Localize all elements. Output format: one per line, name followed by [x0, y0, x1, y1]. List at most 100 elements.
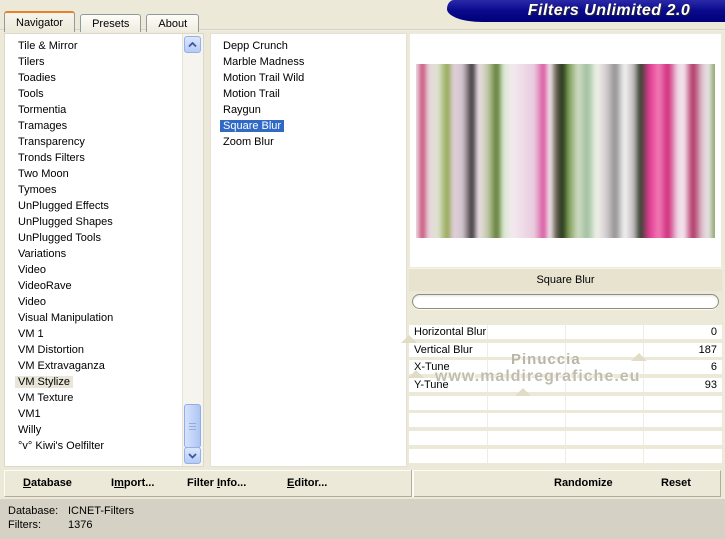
category-item[interactable]: Transparency	[18, 134, 182, 150]
reset-button[interactable]: Reset	[661, 471, 691, 496]
chevron-down-icon	[188, 452, 197, 459]
slider-value: 6	[710, 361, 717, 374]
category-item[interactable]: VM Texture	[18, 390, 182, 406]
filter-item[interactable]: Motion Trail Wild	[223, 70, 406, 86]
filter-item-label: Motion Trail Wild	[223, 72, 305, 84]
menu-label-accel: D	[23, 477, 31, 489]
category-item[interactable]: Video	[18, 294, 182, 310]
category-item-label: VM1	[18, 408, 41, 420]
filter-item-label: Depp Crunch	[223, 40, 288, 52]
filter-item[interactable]: Marble Madness	[223, 54, 406, 70]
category-item[interactable]: Tormentia	[18, 102, 182, 118]
category-item[interactable]: Video	[18, 262, 182, 278]
category-item-label: VM Extravaganza	[18, 360, 105, 372]
menu-label-post: atabase	[30, 477, 72, 489]
tab-presets[interactable]: Presets	[80, 14, 142, 32]
category-item-label: Willy	[18, 424, 42, 436]
scroll-down-button[interactable]	[184, 447, 201, 464]
slider-empty-row	[409, 448, 722, 463]
category-item[interactable]: Tymoes	[18, 182, 182, 198]
filter-item[interactable]: Raygun	[223, 102, 406, 118]
category-item-label: UnPlugged Effects	[18, 200, 109, 212]
category-item-label: Tramages	[18, 120, 68, 132]
category-item-label: °v° Kiwi's Oelfilter	[18, 440, 105, 452]
category-item-label: Video	[18, 264, 46, 276]
slider-label: Vertical Blur	[414, 343, 473, 356]
filter-item-label: Square Blur	[220, 120, 285, 132]
category-item[interactable]: °v° Kiwi's Oelfilter	[18, 438, 182, 454]
tab-about[interactable]: About	[146, 14, 200, 32]
scroll-up-button[interactable]	[184, 36, 201, 53]
category-item-label: UnPlugged Tools	[18, 232, 101, 244]
menu-label-post: nfo...	[220, 477, 247, 489]
tab-navigator[interactable]: Navigator	[4, 11, 76, 32]
filter-item-label: Motion Trail	[223, 88, 280, 100]
scrollbar-thumb[interactable]	[184, 404, 201, 448]
category-item-label: VM Distortion	[18, 344, 85, 356]
filter-list: Depp Crunch Marble Madness Motion Trail Wi…	[211, 34, 406, 150]
editor-button[interactable]: Editor...	[287, 471, 327, 496]
slider-horizontal-blur[interactable]: Horizontal Blur 0	[409, 325, 722, 339]
category-list-panel: Tile & Mirror Tilers Toadies Tools Tormentia…	[4, 33, 204, 467]
category-item-label: Tools	[18, 88, 44, 100]
status-label: Database:	[8, 505, 59, 517]
category-item-label: Two Moon	[18, 168, 69, 180]
preview-panel: Square Blur Horizontal Blur 0 Vertical Blu…	[401, 33, 722, 468]
category-item[interactable]: Tramages	[18, 118, 182, 134]
category-item[interactable]: VM Distortion	[18, 342, 182, 358]
slider-position-triangle[interactable]	[408, 370, 425, 379]
randomize-button[interactable]: Randomize	[554, 471, 613, 496]
slider-value: 93	[704, 379, 717, 392]
slider-position-triangle[interactable]	[630, 352, 647, 361]
slider-position-triangle[interactable]	[515, 388, 532, 397]
filter-item-label: Raygun	[223, 104, 261, 116]
filter-item[interactable]: Motion Trail	[223, 86, 406, 102]
category-item[interactable]: Tile & Mirror	[18, 38, 182, 54]
filter-info-button[interactable]: Filter Info...	[187, 471, 246, 496]
category-item[interactable]: VM Stylize	[15, 374, 182, 390]
filter-item[interactable]: Zoom Blur	[223, 134, 406, 150]
category-item[interactable]: Toadies	[18, 70, 182, 86]
category-item[interactable]: VideoRave	[18, 278, 182, 294]
category-item-label: Tymoes	[18, 184, 57, 196]
filter-item[interactable]: Depp Crunch	[223, 38, 406, 54]
slider-value: 187	[698, 343, 717, 356]
category-item[interactable]: VM Extravaganza	[18, 358, 182, 374]
filter-list-panel: Depp Crunch Marble Madness Motion Trail Wi…	[210, 33, 407, 467]
category-item[interactable]: UnPlugged Tools	[18, 230, 182, 246]
import-button[interactable]: Import...	[111, 471, 154, 496]
category-item[interactable]: Variations	[18, 246, 182, 262]
parameter-sliders: Horizontal Blur 0 Vertical Blur 187 X-Tune 6 Y…	[401, 325, 722, 468]
database-button[interactable]: Database	[23, 471, 72, 496]
slider-value: 0	[710, 326, 717, 338]
watermark-line1: Pinuccia	[511, 351, 581, 368]
category-item[interactable]: UnPlugged Effects	[18, 198, 182, 214]
filter-item[interactable]: Square Blur	[220, 118, 406, 134]
category-item[interactable]: VM 1	[18, 326, 182, 342]
category-item[interactable]: Visual Manipulation	[18, 310, 182, 326]
slider-position-triangle[interactable]	[401, 335, 417, 343]
slider-empty-row	[409, 395, 722, 410]
category-item[interactable]: Two Moon	[18, 166, 182, 182]
category-item[interactable]: Tools	[18, 86, 182, 102]
menu-label-pre: Filter	[187, 477, 217, 489]
category-item[interactable]: Tronds Filters	[18, 150, 182, 166]
category-item-label: VM 1	[18, 328, 44, 340]
status-value: ICNET-Filters	[68, 505, 134, 517]
category-item[interactable]: UnPlugged Shapes	[18, 214, 182, 230]
status-label: Filters:	[8, 519, 41, 531]
category-item[interactable]: VM1	[18, 406, 182, 422]
filter-item-label: Zoom Blur	[223, 136, 274, 148]
menu-label-post: port...	[123, 477, 155, 489]
category-item-label: Variations	[18, 248, 67, 260]
category-item-label: Tilers	[18, 56, 45, 68]
slider-label: Horizontal Blur	[414, 326, 487, 338]
category-item-label: UnPlugged Shapes	[18, 216, 113, 228]
category-item-label: Tile & Mirror	[18, 40, 78, 52]
category-item[interactable]: Willy	[18, 422, 182, 438]
category-scrollbar[interactable]	[182, 34, 203, 466]
app-title: Filters Unlimited 2.0	[527, 2, 691, 19]
category-item[interactable]: Tilers	[18, 54, 182, 70]
category-item-label: Toadies	[18, 72, 56, 84]
preview-image	[416, 64, 715, 238]
